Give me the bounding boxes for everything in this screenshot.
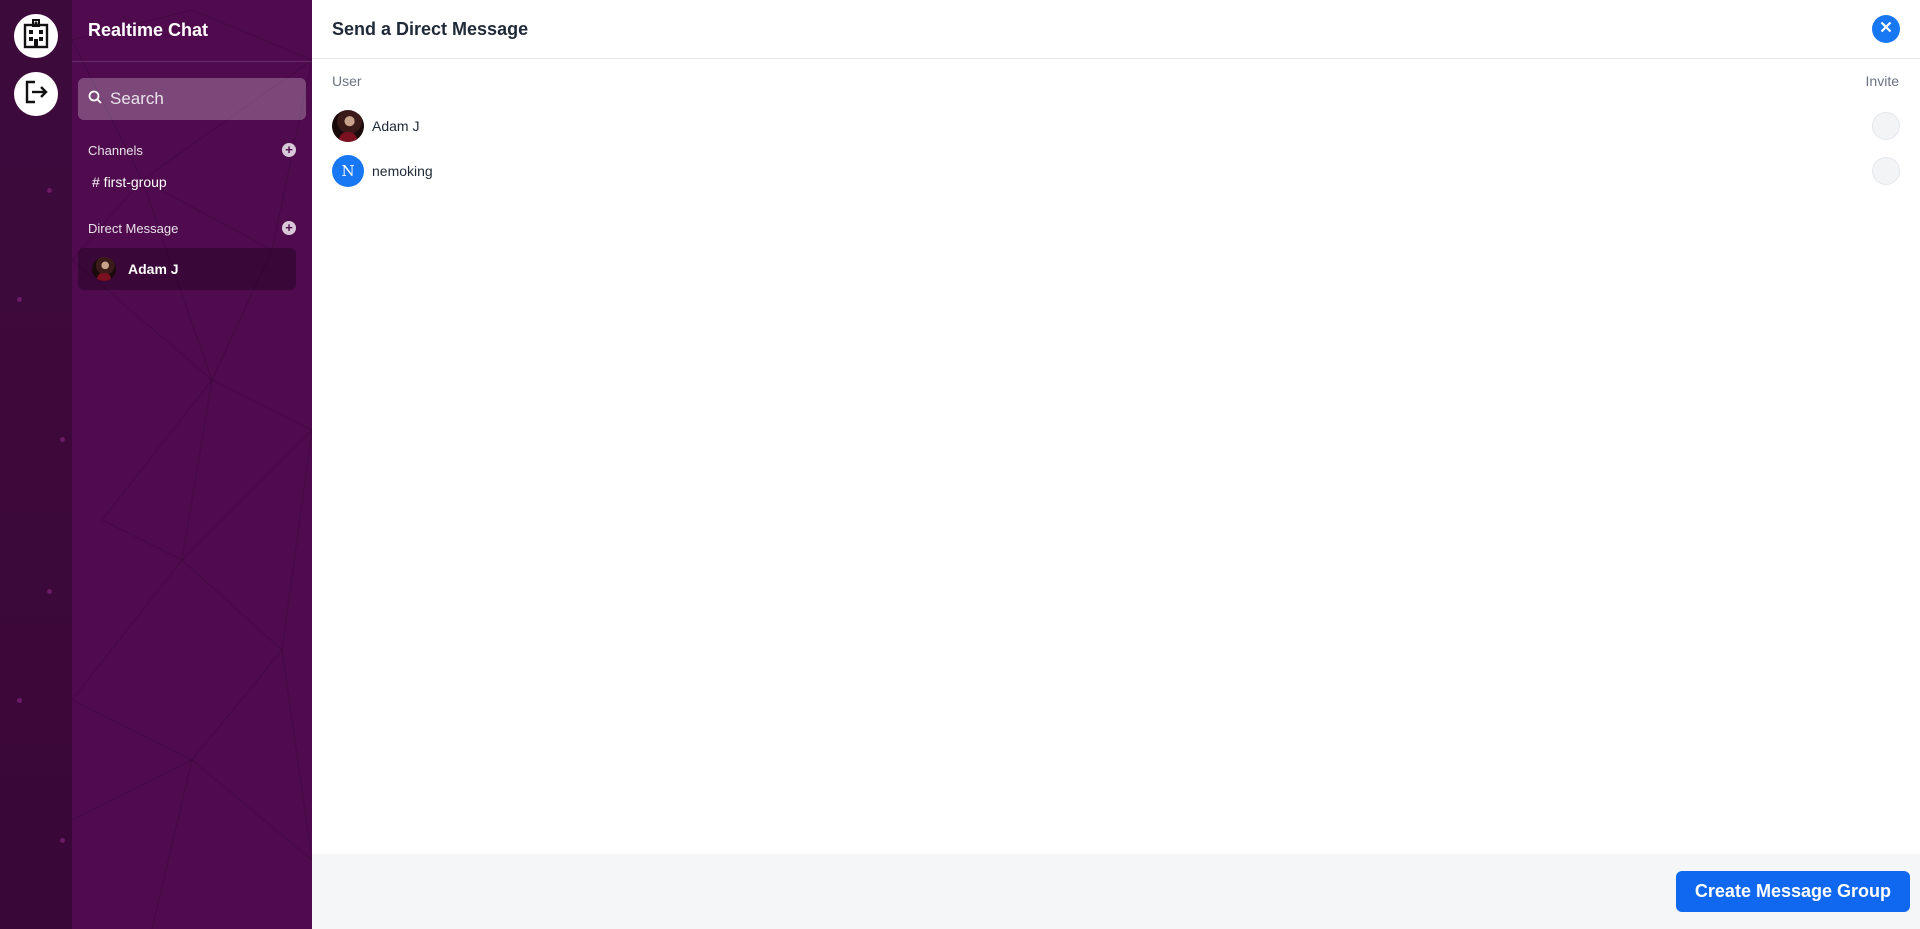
modal-footer: Create Message Group [312,854,1920,929]
add-direct-message-button[interactable]: + [282,221,296,235]
avatar [332,109,364,142]
decor-dot [60,838,65,843]
decor-dot [47,589,52,594]
decor-dot [17,297,22,302]
close-button[interactable] [1872,15,1900,43]
user-table-header: User Invite [312,59,1920,103]
modal-header: Send a Direct Message [312,0,1920,59]
direct-message-modal: Send a Direct Message User Invite Adam J [312,0,1920,929]
plus-icon: + [285,142,293,157]
building-icon [22,18,50,54]
decor-dot [60,437,65,442]
decor-dot [47,188,52,193]
channels-label: Channels [88,142,143,158]
invite-checkbox[interactable] [1872,156,1900,185]
modal-title: Send a Direct Message [332,18,529,39]
dm-item-adam-j[interactable]: Adam J [78,248,296,290]
icon-rail [0,0,72,929]
search-input[interactable] [110,89,300,109]
app-title: Realtime Chat [88,20,209,40]
close-icon [1880,20,1892,38]
logout-button[interactable] [14,72,58,116]
dm-name: Adam J [128,261,179,277]
search-box[interactable] [78,78,306,120]
channel-item-first-group[interactable]: # first-group [72,172,312,192]
dm-section-header: Direct Message + [72,218,312,238]
add-channel-button[interactable]: + [282,143,296,157]
table-row: N nemoking [312,148,1920,193]
channel-label: # first-group [92,174,167,190]
decor-dot [17,698,22,703]
sidebar-header: Realtime Chat [72,0,312,62]
user-name: Adam J [372,117,420,134]
channels-section-header: Channels + [72,140,312,160]
search-icon [88,90,102,109]
table-row: Adam J [312,103,1920,148]
direct-message-label: Direct Message [88,220,179,236]
column-invite: Invite [1865,73,1899,89]
logout-icon [23,79,49,110]
app-root: Realtime Chat Channels + # first-grou [0,0,1920,929]
avatar: N [332,154,364,187]
avatar [92,257,116,281]
plus-icon: + [285,220,293,235]
column-user: User [332,73,362,89]
sidebar: Realtime Chat Channels + # first-grou [72,0,312,929]
invite-checkbox[interactable] [1872,111,1900,140]
workspace-button[interactable] [14,14,58,58]
create-message-group-button[interactable]: Create Message Group [1675,871,1910,912]
user-name: nemoking [372,162,433,179]
